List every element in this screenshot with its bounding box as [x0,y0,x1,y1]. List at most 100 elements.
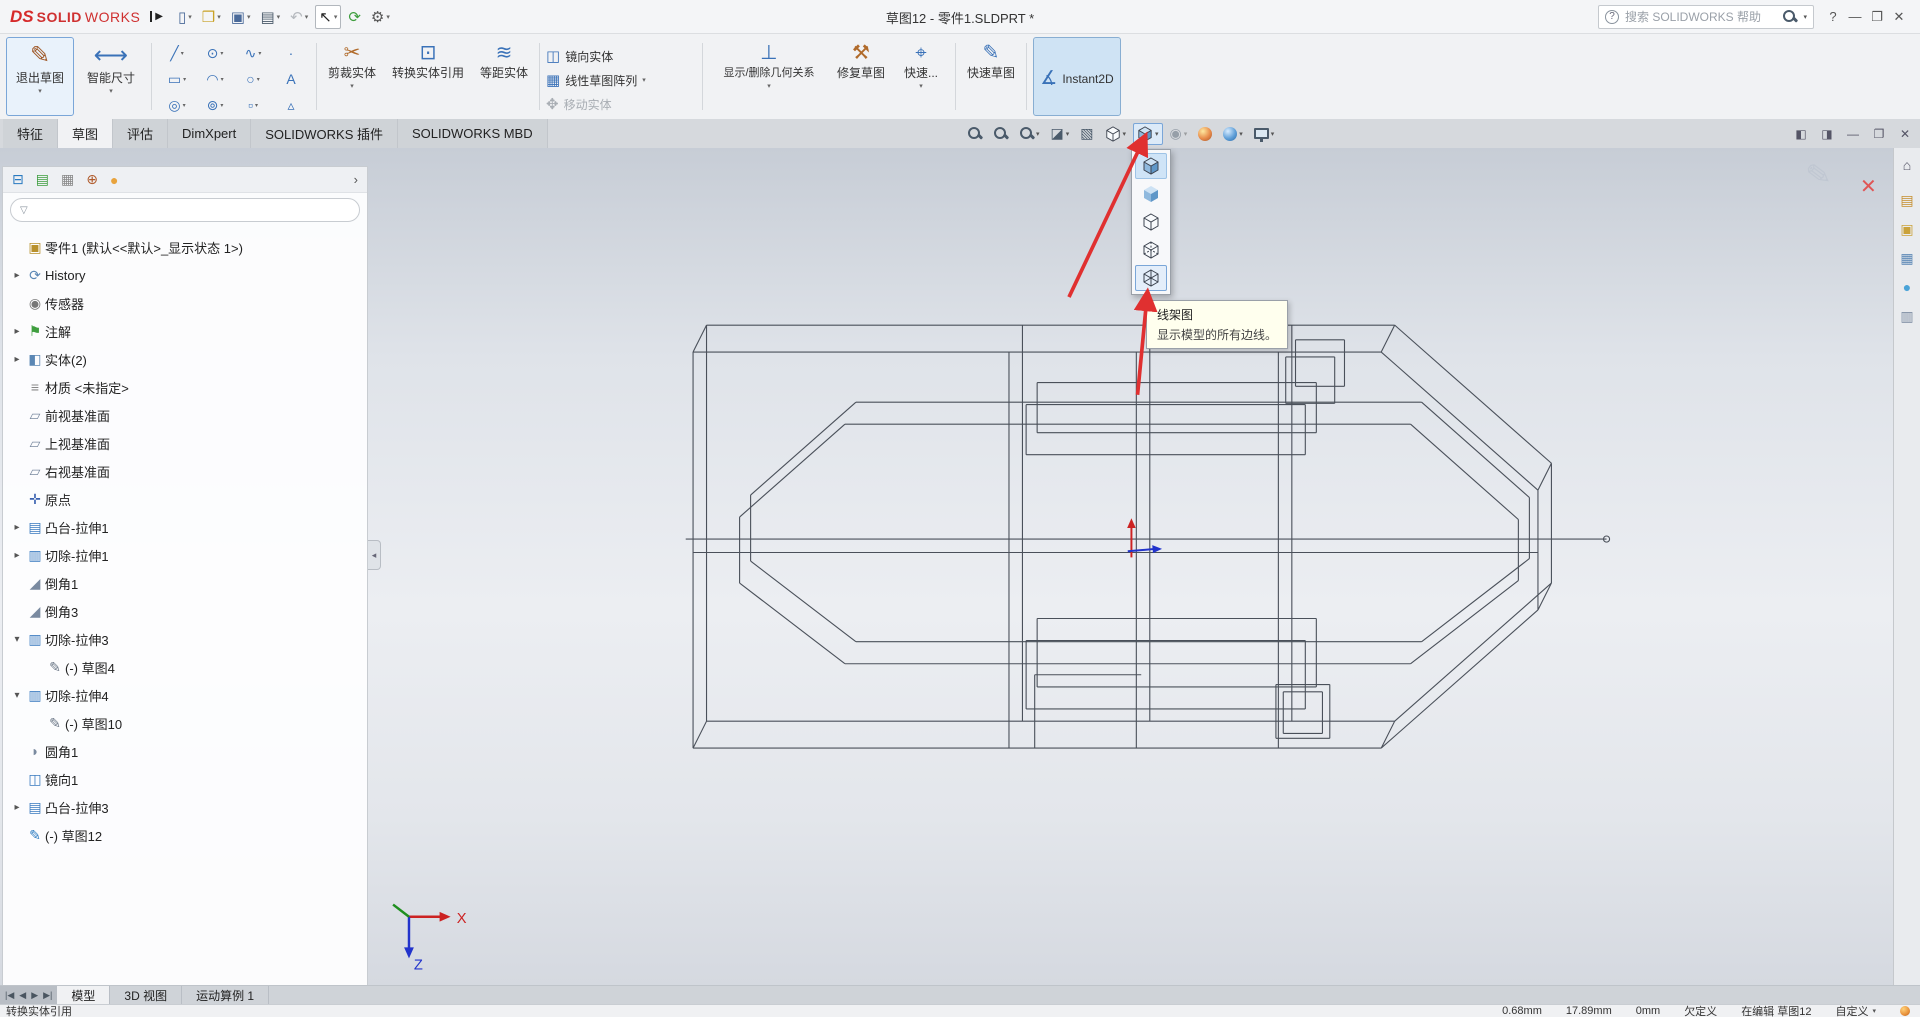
panel-splitter-handle[interactable]: ◂ [368,540,381,570]
tree-item[interactable]: ▱前视基准面 [3,401,367,429]
instant2d-button[interactable]: ∡ Instant2D [1033,37,1121,116]
caret-down-icon[interactable]: ▾ [257,76,260,83]
sketch-tool-1[interactable]: ⊙▾ [196,40,234,66]
caret-down-icon[interactable]: ▾ [183,76,186,83]
sketch-tool-5[interactable]: ◠▾ [196,66,234,92]
caret-down-icon[interactable]: ▾ [1271,130,1275,138]
tab-addins[interactable]: SOLIDWORKS 插件 [251,119,398,148]
dimxpertmanager-tab[interactable]: ⊕ [86,171,98,188]
featuremanager-tab[interactable]: ⊟ [12,171,24,188]
configurationmanager-tab[interactable]: ▦ [61,171,74,188]
display-style-hidden-lines-removed[interactable] [1135,209,1167,235]
menu-expand-icon[interactable]: ▶ [150,11,163,22]
rapid-sketch-button[interactable]: ✎ 快速草图 [962,37,1020,116]
tree-item[interactable]: ✛原点 [3,485,367,513]
tab-sketch[interactable]: 草图 [58,119,113,148]
cancel-sketch-corner-icon[interactable]: ✕ [1860,174,1877,199]
appearances-scenes-button[interactable]: ● [1897,277,1917,297]
caret-down-icon[interactable]: ▾ [109,87,113,95]
section-view-button[interactable]: ◪▾ [1047,122,1074,145]
caret-down-icon[interactable]: ▾ [277,13,281,21]
view-settings-button[interactable]: ▾ [1250,125,1279,142]
tree-expand-icon[interactable]: ▸ [9,354,25,365]
doc-tab-model[interactable]: 模型 [57,986,110,1004]
propertymanager-tab[interactable]: ▤ [36,171,49,188]
sketch-tool-8[interactable]: ◎▾ [158,92,196,118]
tree-item[interactable]: ▸◧实体(2) [3,345,367,373]
tab-dimxpert[interactable]: DimXpert [168,119,251,148]
caret-down-icon[interactable]: ▾ [642,76,646,84]
caret-down-icon[interactable]: ▾ [258,50,261,57]
tree-item[interactable]: ▣零件1 (默认<<默认>_显示状态 1>) [3,233,367,261]
tree-item[interactable]: ◉传感器 [3,289,367,317]
tree-expand-icon[interactable]: ▸ [9,550,25,561]
tree-item[interactable]: ◢倒角3 [3,597,367,625]
caret-down-icon[interactable]: ▾ [247,13,251,21]
sketch-tool-0[interactable]: ╱▾ [158,40,196,66]
display-style-shaded[interactable] [1135,181,1167,207]
doc-tab-motion-study-1[interactable]: 运动算例 1 [182,986,269,1004]
display-style-hidden-lines-visible[interactable] [1135,237,1167,263]
tree-filter-input[interactable] [34,203,350,217]
close-button[interactable]: ✕ [1888,6,1910,28]
caret-down-icon[interactable]: ▾ [919,82,923,90]
select-button[interactable]: ↖▾ [315,5,341,29]
doc-restore-button[interactable]: ❐ [1867,123,1891,145]
save-document-button[interactable]: ▣▾ [228,6,254,28]
mirror-entities-button[interactable]: ◫ 镜向实体 [546,46,696,66]
caret-down-icon[interactable]: ▾ [181,50,184,57]
pane-left-button[interactable]: ◧ [1789,123,1813,145]
caret-down-icon[interactable]: ▾ [188,13,192,21]
3d-drawing-view-button[interactable]: ▧ [1076,122,1097,145]
offset-entities-button[interactable]: ≋ 等距实体 [475,37,533,116]
sketch-tool-4[interactable]: ▭▾ [158,66,196,92]
sketch-tool-6[interactable]: ○▾ [234,66,272,92]
edit-appearance-button[interactable] [1194,124,1216,144]
view-palette-button[interactable]: ▦ [1897,248,1917,268]
chevron-down-icon[interactable]: ▾ [1803,13,1807,21]
tree-item[interactable]: ▾▥切除-拉伸3 [3,625,367,653]
caret-down-icon[interactable]: ▾ [1155,130,1159,138]
tree-expand-icon[interactable]: ▸ [9,522,25,533]
tree-item[interactable]: ✎(-) 草图4 [3,653,367,681]
tree-item[interactable]: ▱右视基准面 [3,457,367,485]
sketch-tool-2[interactable]: ∿▾ [234,40,272,66]
doc-minimize-button[interactable]: — [1841,123,1865,145]
tree-item[interactable]: ▸▤凸台-拉伸3 [3,793,367,821]
tree-item[interactable]: ≡材质 <未指定> [3,373,367,401]
doc-close-button[interactable]: ✕ [1893,123,1917,145]
exit-sketch-button[interactable]: ✎ 退出草图 ▾ [6,37,74,116]
print-document-button[interactable]: ▤▾ [257,6,283,28]
caret-down-icon[interactable]: ▾ [350,82,354,90]
tree-item[interactable]: ◢倒角1 [3,569,367,597]
tab-features[interactable]: 特征 [3,119,58,148]
tree-filter[interactable]: ▽ [10,198,360,222]
caret-down-icon[interactable]: ▾ [334,13,338,21]
minimize-button[interactable]: — [1844,6,1866,28]
doc-tab-3d-views[interactable]: 3D 视图 [110,986,182,1004]
repair-sketch-button[interactable]: ⚒ 修复草图 [832,37,890,116]
caret-down-icon[interactable]: ▾ [220,50,223,57]
new-document-button[interactable]: ▯▾ [175,6,195,28]
tree-item[interactable]: ◗圆角1 [3,737,367,765]
caret-down-icon[interactable]: ▾ [1184,130,1188,138]
caret-down-icon[interactable]: ▾ [221,76,224,83]
caret-down-icon[interactable]: ▾ [1123,130,1127,138]
display-delete-relations-button[interactable]: ⊥ 显示/删除几何关系 ▾ [709,37,829,116]
tab-nav-2[interactable]: ▶ [31,990,38,1001]
linear-sketch-pattern-button[interactable]: ▦ 线性草图阵列 ▾ [546,70,696,90]
tab-nav-0[interactable]: |◀ [5,990,14,1001]
zoom-fit-button[interactable] [963,123,986,144]
caret-down-icon[interactable]: ▾ [217,13,221,21]
caret-down-icon[interactable]: ▾ [386,13,390,21]
tree-item[interactable]: ▱上视基准面 [3,429,367,457]
search-icon[interactable] [1782,9,1797,24]
tab-nav-1[interactable]: ◀ [19,990,26,1001]
search-input[interactable] [1625,10,1776,24]
help-button[interactable]: ? [1822,6,1844,28]
quick-snaps-button[interactable]: ⌖ 快速... ▾ [893,37,949,116]
pane-right-button[interactable]: ◨ [1815,123,1839,145]
caret-down-icon[interactable]: ▾ [1239,130,1243,138]
display-style-wireframe[interactable] [1135,265,1167,291]
tab-evaluate[interactable]: 评估 [113,119,168,148]
